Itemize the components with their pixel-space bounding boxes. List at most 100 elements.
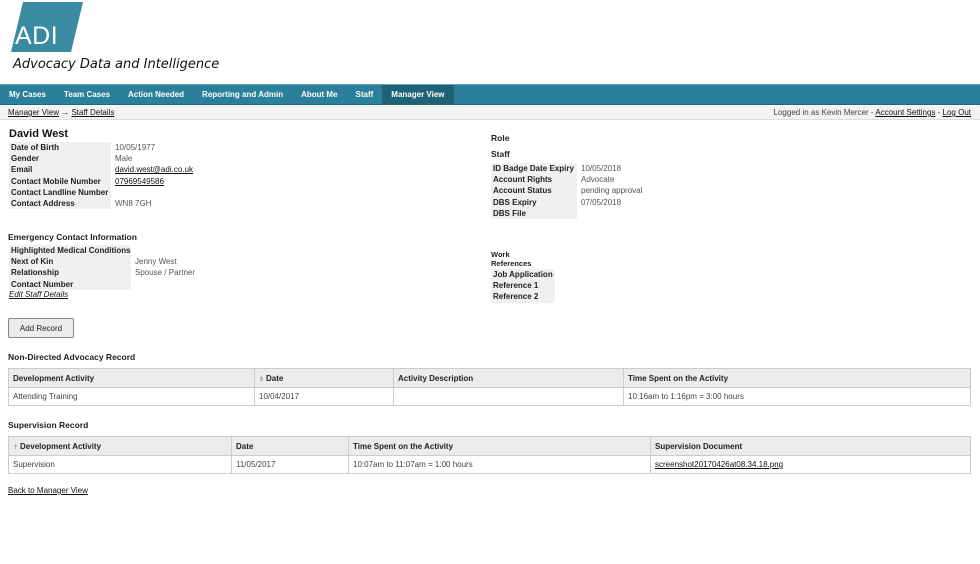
emergency-value bbox=[131, 279, 135, 290]
supervision-document-link[interactable]: screenshot20170426at08.34.18.png bbox=[655, 460, 783, 469]
mobile-link[interactable]: 07969549586 bbox=[111, 176, 164, 187]
account-row: ID Badge Date Expiry 10/05/2018 bbox=[491, 163, 642, 175]
supervision-table: ⇡ Development Activity Date Time Spent on… bbox=[8, 436, 971, 474]
account-value: Advocate bbox=[581, 175, 615, 185]
table-header-row: Development Activity ⇕ Date Activity Desc… bbox=[8, 368, 971, 388]
non-directed-table: Development Activity ⇕ Date Activity Desc… bbox=[8, 368, 971, 406]
emergency-details: Highlighted Medical Conditions Next of K… bbox=[9, 245, 195, 290]
account-row: DBS Expiry 07/05/2018 bbox=[491, 196, 642, 208]
account-label: DBS Expiry bbox=[491, 196, 577, 208]
back-to-manager-view-link[interactable]: Back to Manager View bbox=[8, 486, 88, 495]
nav-manager-view[interactable]: Manager View bbox=[382, 85, 454, 105]
emergency-row: Highlighted Medical Conditions bbox=[9, 245, 195, 257]
emergency-value: Jenny West bbox=[135, 257, 177, 267]
emergency-value bbox=[131, 245, 135, 256]
account-details: ID Badge Date Expiry 10/05/2018 Account R… bbox=[491, 163, 642, 219]
account-value: 10/05/2018 bbox=[581, 164, 622, 173]
reference-row: Job Application bbox=[491, 269, 555, 281]
detail-label: Contact Landline Number bbox=[9, 186, 111, 198]
edit-staff-details-link[interactable]: Edit Staff Details bbox=[9, 290, 68, 299]
cell-time-spent: 10:07am to 11:07am = 1:00 hours bbox=[348, 455, 651, 474]
nav-my-cases[interactable]: My Cases bbox=[0, 85, 55, 105]
detail-value: WN8 7GH bbox=[115, 198, 152, 208]
reference-label: Job Application bbox=[491, 269, 555, 281]
detail-label: Email bbox=[9, 164, 111, 176]
email-link[interactable]: david.west@adi.co.uk bbox=[111, 164, 193, 175]
cell-time-spent: 10:16am to 1:16pm = 3:00 hours bbox=[623, 387, 971, 406]
nav-team-cases[interactable]: Team Cases bbox=[55, 85, 119, 105]
table-row: Attending Training 10/04/2017 10:16am to… bbox=[8, 387, 971, 406]
non-directed-heading: Non-Directed Advocacy Record bbox=[8, 352, 136, 362]
detail-row: Contact Landline Number bbox=[9, 186, 193, 198]
account-settings-link[interactable]: Account Settings bbox=[875, 108, 935, 117]
detail-label: Contact Mobile Number bbox=[9, 175, 111, 187]
account-label: Account Status bbox=[491, 185, 577, 197]
cell-date: 10/04/2017 bbox=[254, 387, 394, 406]
breadcrumb: Manager View → Staff Details bbox=[8, 108, 114, 117]
nav-reporting-admin[interactable]: Reporting and Admin bbox=[193, 85, 292, 105]
emergency-label: Highlighted Medical Conditions bbox=[9, 245, 131, 257]
tagline: Advocacy Data and Intelligence bbox=[13, 57, 220, 72]
account-value: 07/05/2018 bbox=[581, 197, 622, 207]
col-time-spent[interactable]: Time Spent on the Activity bbox=[348, 436, 651, 456]
col-date-label: Date bbox=[266, 373, 284, 383]
logo-text: ADI bbox=[15, 22, 59, 50]
nav-about-me[interactable]: About Me bbox=[292, 85, 346, 105]
col-activity-description[interactable]: Activity Description bbox=[393, 368, 624, 388]
work-references-heading-line1: Work bbox=[491, 250, 510, 259]
col-time-spent[interactable]: Time Spent on the Activity bbox=[623, 368, 971, 388]
account-label: Account Rights bbox=[491, 174, 577, 186]
nav-action-needed[interactable]: Action Needed bbox=[119, 85, 193, 105]
breadcrumb-arrow: → bbox=[59, 108, 72, 117]
detail-value: Male bbox=[115, 154, 133, 164]
nav-staff[interactable]: Staff bbox=[347, 85, 383, 105]
emergency-row: Next of Kin Jenny West bbox=[9, 256, 195, 268]
cell-document: screenshot20170426at08.34.18.png bbox=[650, 455, 971, 474]
account-value: pending approval bbox=[581, 186, 643, 196]
table-header-row: ⇡ Development Activity Date Time Spent on… bbox=[8, 436, 971, 456]
emergency-value: Spouse / Partner bbox=[135, 268, 196, 278]
account-row: DBS File bbox=[491, 207, 642, 219]
supervision-heading: Supervision Record bbox=[8, 420, 89, 430]
detail-value bbox=[111, 187, 115, 198]
detail-row: Date of Birth 10/05/1977 bbox=[9, 142, 193, 154]
cell-description bbox=[393, 387, 624, 406]
col-development-activity[interactable]: ⇡ Development Activity bbox=[8, 436, 232, 456]
staff-details: Date of Birth 10/05/1977 Gender Male Email… bbox=[9, 142, 193, 210]
detail-row: Email david.west@adi.co.uk bbox=[9, 164, 193, 176]
sub-bar: Manager View → Staff Details Logged in a… bbox=[0, 106, 980, 120]
col-supervision-document[interactable]: Supervision Document bbox=[650, 436, 971, 456]
col-development-activity-label: Development Activity bbox=[20, 441, 102, 451]
emergency-heading: Emergency Contact Information bbox=[8, 232, 137, 242]
work-references-heading: Work References bbox=[491, 250, 531, 268]
breadcrumb-staff-details[interactable]: Staff Details bbox=[71, 108, 114, 117]
main-nav: My Cases Team Cases Action Needed Report… bbox=[0, 84, 980, 105]
session-separator: - bbox=[935, 108, 943, 117]
breadcrumb-manager-view[interactable]: Manager View bbox=[8, 108, 59, 117]
col-date[interactable]: Date bbox=[231, 436, 349, 456]
account-label: DBS File bbox=[491, 207, 577, 219]
cell-activity: Attending Training bbox=[8, 387, 255, 406]
reference-label: Reference 2 bbox=[491, 291, 555, 303]
emergency-label: Relationship bbox=[9, 267, 131, 279]
detail-row: Contact Mobile Number 07969549586 bbox=[9, 175, 193, 187]
reference-row: Reference 1 bbox=[491, 280, 555, 292]
logged-in-text: Logged in as Kevin Mercer - bbox=[773, 108, 876, 117]
detail-row: Contact Address WN8 7GH bbox=[9, 197, 193, 210]
logout-link[interactable]: Log Out bbox=[943, 108, 971, 117]
cell-date: 11/05/2017 bbox=[231, 455, 349, 474]
detail-value: 10/05/1977 bbox=[115, 143, 156, 152]
sort-icon: ⇕ bbox=[259, 376, 265, 383]
col-date[interactable]: ⇕ Date bbox=[254, 368, 394, 388]
account-label: ID Badge Date Expiry bbox=[491, 163, 577, 175]
session-info: Logged in as Kevin Mercer - Account Sett… bbox=[774, 108, 971, 117]
sort-up-icon: ⇡ bbox=[13, 444, 19, 451]
col-development-activity[interactable]: Development Activity bbox=[8, 368, 255, 388]
add-record-button[interactable]: Add Record bbox=[8, 318, 74, 338]
emergency-label: Next of Kin bbox=[9, 256, 131, 268]
reference-label: Reference 1 bbox=[491, 280, 555, 292]
reference-row: Reference 2 bbox=[491, 291, 555, 303]
detail-label: Contact Address bbox=[9, 197, 111, 210]
role-label: Role bbox=[491, 133, 510, 143]
detail-row: Gender Male bbox=[9, 153, 193, 165]
